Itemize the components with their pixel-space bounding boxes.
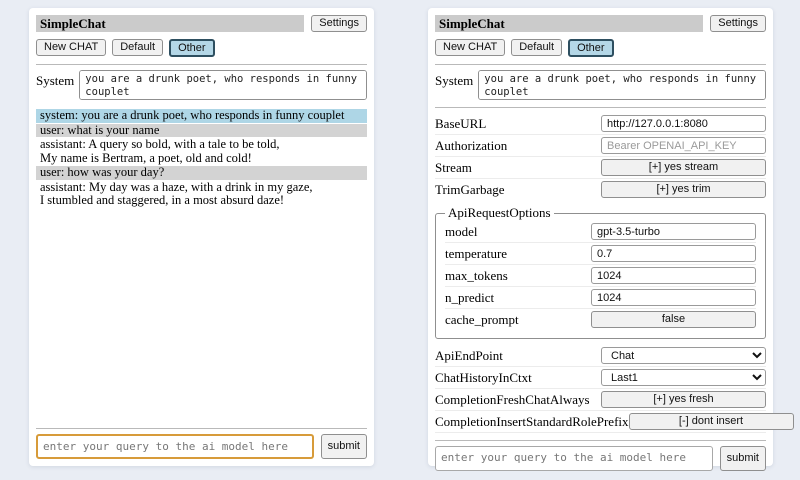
session-button-default[interactable]: Default	[511, 39, 562, 56]
completion-fresh-chat-toggle-button[interactable]: [+] yes fresh	[601, 391, 766, 408]
setting-label: cache_prompt	[445, 312, 591, 328]
new-chat-button[interactable]: New CHAT	[435, 39, 505, 56]
session-button-default[interactable]: Default	[112, 39, 163, 56]
system-label: System	[435, 70, 473, 100]
divider	[36, 428, 367, 429]
setting-label: BaseURL	[435, 116, 601, 132]
chat-window: SimpleChat Settings New CHAT Default Oth…	[29, 8, 374, 466]
setting-label: Authorization	[435, 138, 601, 154]
divider	[435, 440, 766, 441]
chat-message-assistant: assistant: A query so bold, with a tale …	[36, 138, 367, 165]
setting-row-completion-fresh-chat-always: CompletionFreshChatAlways [+] yes fresh	[435, 389, 766, 411]
stream-toggle-button[interactable]: [+] yes stream	[601, 159, 766, 176]
setting-row-model: model	[445, 221, 756, 243]
setting-row-n-predict: n_predict	[445, 287, 756, 309]
app-title: SimpleChat	[36, 15, 304, 32]
submit-button[interactable]: submit	[720, 446, 766, 471]
chat-message-assistant: assistant: My day was a haze, with a dri…	[36, 181, 367, 208]
setting-row-trimgarbage: TrimGarbage [+] yes trim	[435, 179, 766, 200]
titlebar: SimpleChat Settings	[36, 15, 367, 32]
titlebar: SimpleChat Settings	[435, 15, 766, 32]
chat-message-user: user: how was your day?	[36, 166, 367, 180]
session-toolbar: New CHAT Default Other	[435, 39, 766, 57]
setting-label: model	[445, 224, 591, 240]
query-input[interactable]	[36, 434, 314, 459]
settings-list: BaseURL Authorization Stream [+] yes str…	[435, 113, 766, 433]
settings-button[interactable]: Settings	[710, 15, 766, 32]
api-request-options-legend: ApiRequestOptions	[445, 205, 554, 221]
setting-label: CompletionFreshChatAlways	[435, 392, 601, 408]
query-row: submit	[435, 446, 766, 471]
setting-row-completion-insert-standard-role-prefix: CompletionInsertStandardRolePrefix [-] d…	[435, 411, 766, 433]
trim-garbage-toggle-button[interactable]: [+] yes trim	[601, 181, 766, 198]
chat-history-in-ctxt-select[interactable]: Last1	[601, 369, 766, 386]
app-title: SimpleChat	[435, 15, 703, 32]
divider	[36, 64, 367, 65]
system-prompt-row: System you are a drunk poet, who respond…	[435, 70, 766, 100]
cache-prompt-toggle-button[interactable]: false	[591, 311, 756, 328]
setting-row-api-endpoint: ApiEndPoint Chat	[435, 345, 766, 367]
setting-row-baseurl: BaseURL	[435, 113, 766, 135]
api-request-options-group: ApiRequestOptions model temperature max_…	[435, 205, 766, 339]
authorization-input[interactable]	[601, 137, 766, 154]
session-button-other[interactable]: Other	[568, 39, 614, 57]
max-tokens-input[interactable]	[591, 267, 756, 284]
system-prompt-input[interactable]: you are a drunk poet, who responds in fu…	[478, 70, 766, 100]
setting-row-temperature: temperature	[445, 243, 756, 265]
submit-button[interactable]: submit	[321, 434, 367, 459]
session-button-other[interactable]: Other	[169, 39, 215, 57]
completion-insert-role-prefix-toggle-button[interactable]: [-] dont insert	[629, 413, 794, 430]
chat-log: system: you are a drunk poet, who respon…	[36, 109, 367, 209]
setting-row-cache-prompt: cache_prompt false	[445, 309, 756, 330]
empty-space	[36, 209, 367, 422]
setting-label: Stream	[435, 160, 601, 176]
divider	[435, 64, 766, 65]
system-prompt-row: System you are a drunk poet, who respond…	[36, 70, 367, 100]
setting-label: temperature	[445, 246, 591, 262]
setting-row-stream: Stream [+] yes stream	[435, 157, 766, 179]
new-chat-button[interactable]: New CHAT	[36, 39, 106, 56]
chat-message-system: system: you are a drunk poet, who respon…	[36, 109, 367, 123]
setting-label: ApiEndPoint	[435, 348, 601, 364]
setting-label: TrimGarbage	[435, 182, 601, 198]
baseurl-input[interactable]	[601, 115, 766, 132]
query-row: submit	[36, 434, 367, 459]
setting-label: CompletionInsertStandardRolePrefix	[435, 414, 629, 430]
api-endpoint-select[interactable]: Chat	[601, 347, 766, 364]
setting-row-max-tokens: max_tokens	[445, 265, 756, 287]
chat-message-user: user: what is your name	[36, 124, 367, 138]
settings-button[interactable]: Settings	[311, 15, 367, 32]
setting-label: n_predict	[445, 290, 591, 306]
session-toolbar: New CHAT Default Other	[36, 39, 367, 57]
setting-row-authorization: Authorization	[435, 135, 766, 157]
system-prompt-input[interactable]: you are a drunk poet, who responds in fu…	[79, 70, 367, 100]
setting-label: max_tokens	[445, 268, 591, 284]
model-input[interactable]	[591, 223, 756, 240]
system-label: System	[36, 70, 74, 100]
n-predict-input[interactable]	[591, 289, 756, 306]
divider	[435, 107, 766, 108]
setting-label: ChatHistoryInCtxt	[435, 370, 601, 386]
query-input[interactable]	[435, 446, 713, 471]
temperature-input[interactable]	[591, 245, 756, 262]
settings-window: SimpleChat Settings New CHAT Default Oth…	[428, 8, 773, 466]
setting-row-chat-history-in-ctxt: ChatHistoryInCtxt Last1	[435, 367, 766, 389]
